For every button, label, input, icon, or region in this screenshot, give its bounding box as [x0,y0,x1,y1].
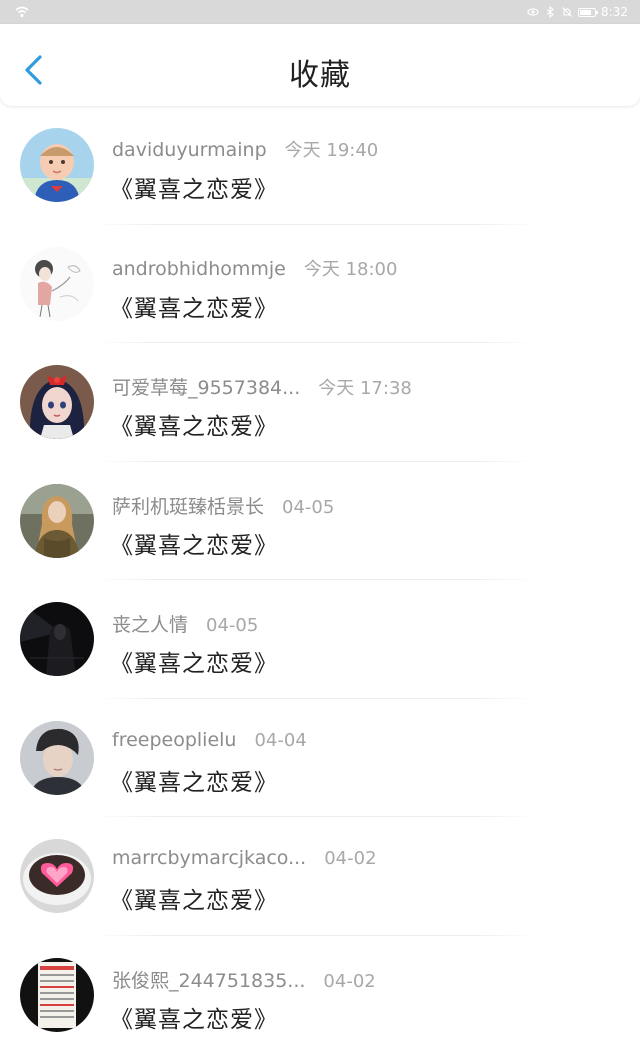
status-time: 8:32 [601,5,628,19]
avatar[interactable] [20,602,94,676]
username: 丧之人情 [112,614,188,636]
timestamp: 04-02 [323,971,375,992]
avatar[interactable] [20,721,94,795]
list-item[interactable]: 张俊熙_244751835... 04-02 《翼喜之恋爱》 [0,936,640,1054]
woman-photo-avatar [20,484,94,558]
item-title: 《翼喜之恋爱》 [110,763,278,797]
item-meta: androbhidhommje 今天 18:00 [112,255,397,281]
item-meta: 可爱草莓_9557384... 今天 17:38 [112,373,412,400]
menu-board-avatar [20,958,94,1032]
wifi-icon [14,4,30,20]
top-nav-bar: 收藏 [0,24,640,106]
item-title: 《翼喜之恋爱》 [110,170,278,204]
item-meta: marrcbymarcjkaco... 04-02 [112,847,377,869]
item-meta: freepeoplielu 04-04 [112,729,307,751]
avatar[interactable] [20,247,94,321]
username: freepeoplielu [112,729,236,751]
mute-icon [561,6,573,18]
bluetooth-icon [544,6,556,18]
list-item[interactable]: 丧之人情 04-05 《翼喜之恋爱》 [0,580,640,699]
list-item[interactable]: freepeoplielu 04-04 《翼喜之恋爱》 [0,699,640,818]
list-item[interactable]: marrcbymarcjkaco... 04-02 《翼喜之恋爱》 [0,817,640,936]
battery-icon [578,8,596,17]
timestamp: 今天 18:00 [304,259,398,280]
item-meta: 萨利机珽臻栝景长 04-05 [112,492,334,519]
item-title: 《翼喜之恋爱》 [110,526,278,560]
heart-latte-avatar [20,839,94,913]
baby-avatar [20,128,94,202]
username: marrcbymarcjkaco... [112,847,306,869]
eye-icon [527,6,539,18]
avatar[interactable] [20,484,94,558]
item-title: 《翼喜之恋爱》 [110,407,278,441]
timestamp: 04-02 [324,848,376,869]
username: 萨利机珽臻栝景长 [112,496,264,518]
list-item[interactable]: daviduyurmainp 今天 19:40 《翼喜之恋爱》 [0,106,640,225]
item-meta: 张俊熙_244751835... 04-02 [112,966,376,993]
page-title: 收藏 [0,50,640,94]
item-title: 《翼喜之恋爱》 [110,1000,278,1034]
username: androbhidhommje [112,258,286,280]
status-bar: 8:32 [0,0,640,24]
avatar[interactable] [20,128,94,202]
timestamp: 04-04 [254,730,306,751]
anime-girl-avatar [20,365,94,439]
username: daviduyurmainp [112,139,267,161]
sketch-girl-avatar [20,247,94,321]
favorites-list: daviduyurmainp 今天 19:40 《翼喜之恋爱》 androbhid… [0,106,640,1054]
avatar[interactable] [20,958,94,1032]
username: 张俊熙_244751835... [112,970,305,992]
item-meta: 丧之人情 04-05 [112,610,258,637]
item-meta: daviduyurmainp 今天 19:40 [112,136,378,162]
list-item[interactable]: 萨利机珽臻栝景长 04-05 《翼喜之恋爱》 [0,462,640,581]
dark-figure-avatar [20,602,94,676]
list-item[interactable]: 可爱草莓_9557384... 今天 17:38 《翼喜之恋爱》 [0,343,640,462]
item-title: 《翼喜之恋爱》 [110,644,278,678]
item-title: 《翼喜之恋爱》 [110,289,278,323]
timestamp: 04-05 [206,615,258,636]
timestamp: 今天 19:40 [285,140,379,161]
timestamp: 今天 17:38 [318,378,412,399]
man-portrait-avatar [20,721,94,795]
avatar[interactable] [20,365,94,439]
username: 可爱草莓_9557384... [112,377,300,399]
item-title: 《翼喜之恋爱》 [110,881,278,915]
avatar[interactable] [20,839,94,913]
timestamp: 04-05 [282,497,334,518]
list-item[interactable]: androbhidhommje 今天 18:00 《翼喜之恋爱》 [0,225,640,344]
